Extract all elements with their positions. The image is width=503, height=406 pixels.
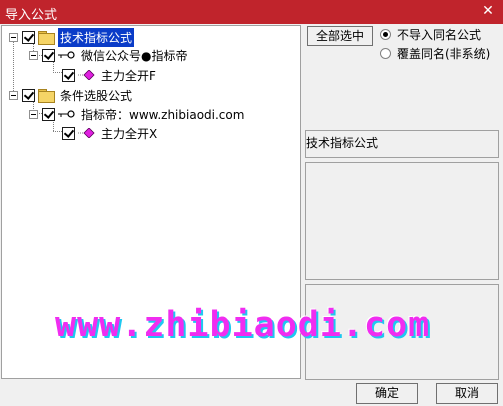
title-bar: 导入公式 ✕ — [0, 0, 503, 24]
radio-overwrite-duplicates[interactable]: 覆盖同名(非系统) — [380, 45, 490, 62]
watermark-text: www.zhibiaodi.com — [55, 305, 431, 345]
tree-node-group[interactable]: 指标帝：www.zhibiaodi.com — [29, 105, 246, 123]
tree-node-folder[interactable]: 条件选股公式 — [9, 86, 134, 104]
radio-label: 不导入同名公式 — [397, 28, 482, 42]
checkbox[interactable] — [42, 107, 55, 121]
tree-node-label: 主力全开X — [101, 126, 158, 141]
tree-node-formula[interactable]: 主力全开X — [62, 124, 159, 142]
checkbox[interactable] — [22, 30, 35, 44]
checkbox[interactable] — [42, 48, 55, 62]
collapse-icon[interactable] — [29, 50, 38, 60]
collapse-icon[interactable] — [9, 90, 18, 100]
radio-label: 覆盖同名(非系统) — [397, 47, 491, 61]
window-title: 导入公式 — [5, 8, 58, 23]
tree-node-formula[interactable]: 主力全开F — [62, 66, 158, 84]
folder-icon — [38, 88, 55, 103]
formula-icon — [78, 70, 95, 80]
collapse-icon[interactable] — [29, 109, 38, 119]
select-all-button[interactable]: 全部选中 — [307, 26, 373, 46]
radio-skip-duplicates[interactable]: 不导入同名公式 — [380, 26, 481, 43]
formula-icon — [78, 128, 95, 138]
tree-node-folder[interactable]: 技术指标公式 — [9, 27, 135, 47]
checkbox[interactable] — [62, 68, 75, 82]
checkbox[interactable] — [22, 88, 35, 102]
cancel-button[interactable]: 取消 — [436, 383, 498, 404]
close-icon[interactable]: ✕ — [479, 2, 497, 20]
ok-button[interactable]: 确定 — [356, 383, 418, 404]
tree-node-label: 主力全开F — [101, 68, 156, 83]
checkbox[interactable] — [62, 126, 75, 140]
tree-node-label: 微信公众号●指标帝 — [81, 48, 188, 63]
radio-button[interactable] — [380, 29, 391, 40]
tree-node-label: 技术指标公式 — [58, 27, 135, 47]
key-icon — [58, 51, 75, 59]
category-label: 技术指标公式 — [306, 136, 379, 150]
tree-node-group[interactable]: 微信公众号●指标帝 — [29, 46, 189, 64]
tree-node-label: 条件选股公式 — [60, 88, 133, 103]
description-panel — [305, 162, 499, 280]
key-icon — [58, 110, 75, 118]
radio-button[interactable] — [380, 48, 391, 59]
collapse-icon[interactable] — [9, 32, 18, 42]
folder-icon — [38, 30, 55, 45]
tree-node-label: 指标帝：www.zhibiaodi.com — [81, 107, 245, 122]
